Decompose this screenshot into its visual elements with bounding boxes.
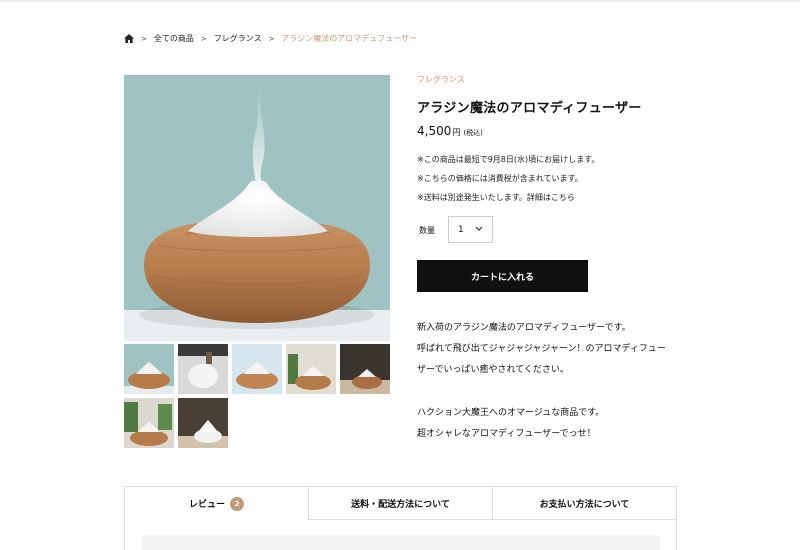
review-count-badge: 2 [230,496,244,511]
description-line-2: 呼ばれて飛び出てジャジャジャジャーン！のアロマディフュー [417,344,666,354]
price-currency: 円 [452,128,461,137]
shipping-note-text: ※送料は別途発生いたします。 [417,193,527,202]
quantity-select[interactable]: 1 [448,216,493,243]
review-panel [142,535,660,550]
chevron-down-icon [475,226,483,231]
breadcrumb: > 全ての商品 > フレグランス > アラジン魔法のアロマデュフューザー [124,33,417,44]
tab-reviews-label: レビュー [188,500,225,510]
tax-note: ※こちらの価格には消費税が含まれています。 [417,174,583,183]
price-tax-note: (税込) [463,129,483,137]
tab-reviews[interactable]: レビュー 2 [125,487,308,520]
breadcrumb-item-current: アラジン魔法のアロマデュフューザー [281,34,418,43]
top-divider [0,0,800,2]
description-line-5: ハクション大魔王へのオマージュな商品です。 [417,408,605,418]
shipping-note: ※送料は別途発生いたします。詳細はこちら [417,192,575,203]
tab-payment[interactable]: お支払い方法について [492,487,676,520]
breadcrumb-item-fragrance[interactable]: フレグランス [214,33,262,44]
thumbnail-6[interactable] [124,398,174,448]
quantity-label: 数量 [419,226,435,235]
description-line-1: 新入荷のアラジン魔法のアロマディフューザーです。 [417,323,631,333]
add-to-cart-button[interactable]: カートに入れる [417,260,588,292]
product-main-image [124,75,390,341]
thumbnail-7[interactable] [178,398,228,448]
thumbnail-5[interactable] [340,344,390,394]
quantity-value: 1 [458,224,464,235]
breadcrumb-separator: > [141,34,147,43]
thumbnail-3[interactable] [232,344,282,394]
description-line-6: 超オシャレなアロマディフューザーでっせ！ [417,429,596,439]
product-tabs: レビュー 2 送料・配送方法について お支払い方法について [124,486,677,550]
home-icon[interactable] [124,34,134,43]
diffuser-image [124,75,390,341]
thumbnail-1[interactable] [124,344,174,394]
shipping-details-link[interactable]: 詳細はこちら [527,193,575,202]
tab-shipping[interactable]: 送料・配送方法について [308,487,492,520]
breadcrumb-separator: > [200,34,207,43]
delivery-note: ※この商品は最短で9月8日(水)頃にお届けします。 [417,155,600,164]
tab-shipping-label: 送料・配送方法について [351,499,450,510]
description-line-3: ザーでいっぱい癒やされてください。 [417,365,569,375]
price-value: 4,500 [417,124,452,138]
breadcrumb-separator: > [268,34,275,43]
breadcrumb-item-all-products[interactable]: 全ての商品 [154,33,194,44]
thumbnail-4[interactable] [286,344,336,394]
product-price: 4,500円 (税込) [417,124,483,138]
product-category[interactable]: フレグランス [417,74,465,85]
product-title: アラジン魔法のアロマディフューザー [417,101,642,116]
tab-payment-label: お支払い方法について [539,499,630,510]
thumbnail-2[interactable] [178,344,228,394]
